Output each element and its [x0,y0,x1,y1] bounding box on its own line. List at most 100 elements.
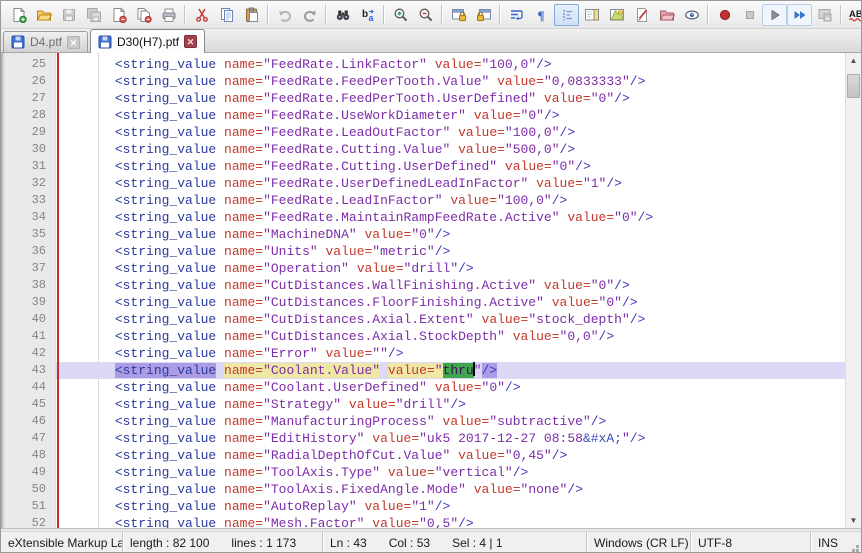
code-line[interactable]: 42 <string_value name="Error" value=""/> [1,345,845,362]
line-number[interactable]: 49 [1,464,56,481]
line-number[interactable]: 26 [1,73,56,90]
line-number[interactable]: 50 [1,481,56,498]
paste-button[interactable] [239,4,264,26]
scrollbar-thumb[interactable] [847,74,860,98]
code-line[interactable]: 45 <string_value name="Strategy" value="… [1,396,845,413]
code-line[interactable]: 50 <string_value name="ToolAxis.FixedAng… [1,481,845,498]
code-line[interactable]: 43 <string_value name="Coolant.Value" va… [1,362,845,379]
editor-pane[interactable]: 25 <string_value name="FeedRate.LinkFact… [1,53,861,528]
macro-record-button[interactable] [712,4,737,26]
status-insert-mode[interactable]: INS [811,532,861,552]
scroll-up-arrow-icon[interactable]: ▲ [846,53,861,68]
redo-button[interactable] [297,4,322,26]
macro-run-multiple-button[interactable] [787,3,812,26]
sync-vertical-scroll-button[interactable] [446,4,471,26]
line-number[interactable]: 47 [1,430,56,447]
code-line[interactable]: 34 <string_value name="FeedRate.Maintain… [1,209,845,226]
line-number[interactable]: 36 [1,243,56,260]
tab-close-icon[interactable]: ✕ [67,35,81,49]
line-number[interactable]: 40 [1,311,56,328]
indent-guide-button[interactable] [554,3,579,26]
print-button[interactable] [156,4,181,26]
code-line[interactable]: 49 <string_value name="ToolAxis.Type" va… [1,464,845,481]
macro-stop-button[interactable] [737,4,762,26]
code-line[interactable]: 41 <string_value name="CutDistances.Axia… [1,328,845,345]
line-number[interactable]: 45 [1,396,56,413]
code-line[interactable]: 46 <string_value name="ManufacturingProc… [1,413,845,430]
code-line[interactable]: 29 <string_value name="FeedRate.LeadOutF… [1,124,845,141]
line-number[interactable]: 38 [1,277,56,294]
document-map-button[interactable] [579,4,604,26]
folder-as-workspace-button[interactable] [654,4,679,26]
line-number[interactable]: 35 [1,226,56,243]
open-file-button[interactable] [31,4,56,26]
sync-horizontal-scroll-button[interactable] [471,4,496,26]
copy-button[interactable] [214,4,239,26]
code-line[interactable]: 36 <string_value name="Units" value="met… [1,243,845,260]
code-line[interactable]: 37 <string_value name="Operation" value=… [1,260,845,277]
line-number[interactable]: 31 [1,158,56,175]
word-wrap-button[interactable] [504,4,529,26]
cut-button[interactable] [189,4,214,26]
line-number[interactable]: 33 [1,192,56,209]
code-line[interactable]: 40 <string_value name="CutDistances.Axia… [1,311,845,328]
code-line[interactable]: 51 <string_value name="AutoReplay" value… [1,498,845,515]
line-number[interactable]: 29 [1,124,56,141]
zoom-out-button[interactable] [413,4,438,26]
line-number[interactable]: 34 [1,209,56,226]
code-line[interactable]: 52 <string_value name="Mesh.Factor" valu… [1,515,845,528]
close-button[interactable] [106,4,131,26]
save-all-button[interactable] [81,4,106,26]
code-line[interactable]: 44 <string_value name="Coolant.UserDefin… [1,379,845,396]
resize-grip-icon[interactable] [856,549,859,552]
tab-d4-ptf[interactable]: D4.ptf ✕ [3,31,89,52]
code-line[interactable]: 25 <string_value name="FeedRate.LinkFact… [1,56,845,73]
code-line[interactable]: 38 <string_value name="CutDistances.Wall… [1,277,845,294]
spell-check-button[interactable]: ABC [845,4,861,26]
line-number[interactable]: 37 [1,260,56,277]
line-number[interactable]: 32 [1,175,56,192]
code-line[interactable]: 28 <string_value name="FeedRate.UseWorkD… [1,107,845,124]
line-number[interactable]: 25 [1,56,56,73]
show-all-characters-button[interactable]: ¶ [529,4,554,26]
macro-play-button[interactable] [762,3,787,26]
undo-button[interactable] [272,4,297,26]
line-number[interactable]: 28 [1,107,56,124]
user-defined-language-button[interactable] [629,4,654,26]
code-line[interactable]: 26 <string_value name="FeedRate.FeedPerT… [1,73,845,90]
line-number[interactable]: 46 [1,413,56,430]
function-list-button[interactable] [604,4,629,26]
line-number[interactable]: 52 [1,515,56,528]
zoom-in-button[interactable] [388,4,413,26]
line-number[interactable]: 30 [1,141,56,158]
code-line[interactable]: 39 <string_value name="CutDistances.Floo… [1,294,845,311]
new-file-button[interactable] [6,4,31,26]
code-line[interactable]: 35 <string_value name="MachineDNA" value… [1,226,845,243]
code-line[interactable]: 31 <string_value name="FeedRate.Cutting.… [1,158,845,175]
replace-button[interactable]: ba [355,4,380,26]
status-eol-format[interactable]: Windows (CR LF) [587,532,691,552]
close-all-button[interactable] [131,4,156,26]
line-number[interactable]: 27 [1,90,56,107]
line-number[interactable]: 41 [1,328,56,345]
find-button[interactable] [330,4,355,26]
code-line[interactable]: 47 <string_value name="EditHistory" valu… [1,430,845,447]
status-encoding[interactable]: UTF-8 [691,532,811,552]
line-number[interactable]: 51 [1,498,56,515]
macro-save-button[interactable] [812,4,837,26]
code-line[interactable]: 27 <string_value name="FeedRate.FeedPerT… [1,90,845,107]
vertical-scrollbar[interactable]: ▲ ▼ [845,53,861,528]
scroll-down-arrow-icon[interactable]: ▼ [846,513,861,528]
line-number[interactable]: 48 [1,447,56,464]
tab-close-icon[interactable]: ✕ [184,35,198,48]
code-line[interactable]: 32 <string_value name="FeedRate.UserDefi… [1,175,845,192]
line-number[interactable]: 44 [1,379,56,396]
line-number[interactable]: 42 [1,345,56,362]
code-line[interactable]: 33 <string_value name="FeedRate.LeadInFa… [1,192,845,209]
tab-d30-h7-ptf[interactable]: D30(H7).ptf ✕ [90,29,206,53]
save-button[interactable] [56,4,81,26]
code-line[interactable]: 48 <string_value name="RadialDepthOfCut.… [1,447,845,464]
code-line[interactable]: 30 <string_value name="FeedRate.Cutting.… [1,141,845,158]
monitoring-button[interactable] [679,4,704,26]
line-number[interactable]: 43 [1,362,56,379]
